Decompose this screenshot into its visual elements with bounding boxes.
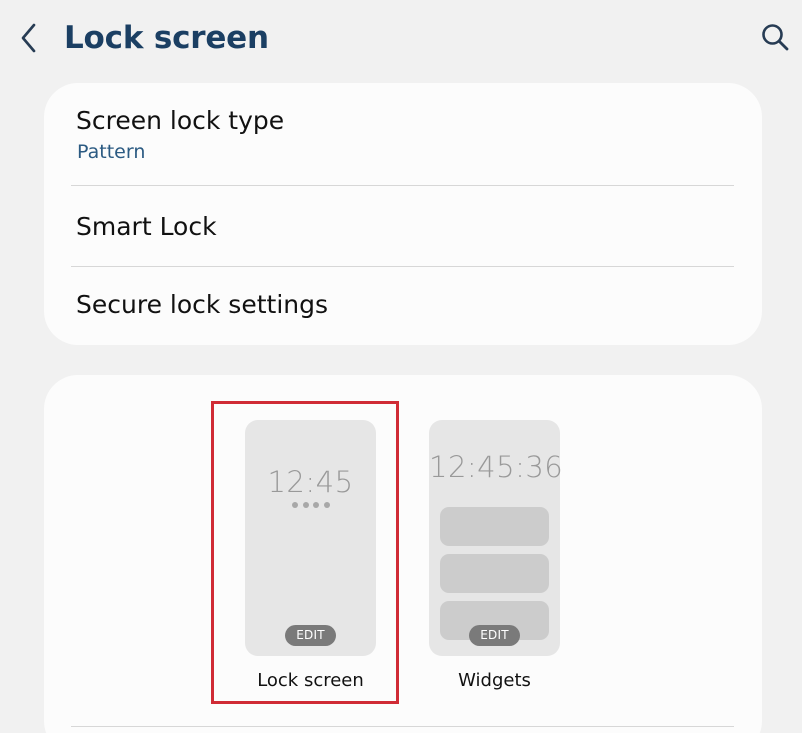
widget-placeholder	[440, 554, 549, 593]
secure-lock-settings-title: Secure lock settings	[76, 290, 329, 319]
back-button[interactable]	[12, 18, 46, 58]
settings-divider	[71, 266, 734, 267]
top-app-bar: Lock screen	[0, 0, 802, 82]
lock-screen-edit-button[interactable]: EDIT	[285, 625, 336, 646]
secure-lock-settings-row[interactable]: Secure lock settings	[44, 268, 762, 345]
pattern-dots-icon	[292, 502, 330, 509]
lock-screen-settings-page: Lock screen Screen lock type Pattern Sma…	[0, 0, 802, 733]
pattern-dot	[302, 502, 309, 508]
chevron-left-icon	[21, 23, 36, 53]
smart-lock-row[interactable]: Smart Lock	[44, 187, 762, 267]
screen-lock-type-row[interactable]: Screen lock type Pattern	[44, 83, 762, 186]
pattern-dot	[323, 502, 330, 508]
security-settings-card: Screen lock type Pattern Smart Lock Secu…	[44, 83, 762, 345]
pattern-dot	[292, 502, 298, 508]
screen-lock-type-value: Pattern	[77, 141, 146, 163]
lock-screen-preview[interactable]: 12:45 EDIT	[245, 420, 376, 656]
preview-divider	[71, 726, 734, 727]
pattern-dot	[313, 502, 320, 508]
lock-screen-clock: 12:45	[267, 465, 354, 499]
search-button[interactable]	[760, 22, 792, 54]
widgets-edit-button[interactable]: EDIT	[469, 625, 520, 646]
lock-screen-preview-label: Lock screen	[257, 670, 364, 691]
widgets-preview[interactable]: 12:45:36 EDIT	[429, 420, 564, 656]
widget-placeholder	[440, 507, 549, 546]
smart-lock-title: Smart Lock	[76, 212, 217, 241]
preview-card: 12:45 EDIT Lock screen 12:45:36 EDIT Wid…	[44, 375, 762, 733]
settings-divider	[71, 185, 734, 186]
widgets-preview-label: Widgets	[458, 670, 531, 691]
search-icon	[762, 24, 789, 51]
page-title: Lock screen	[64, 20, 269, 56]
widgets-clock: 12:45:36	[429, 450, 564, 484]
screen-lock-type-title: Screen lock type	[76, 106, 285, 135]
